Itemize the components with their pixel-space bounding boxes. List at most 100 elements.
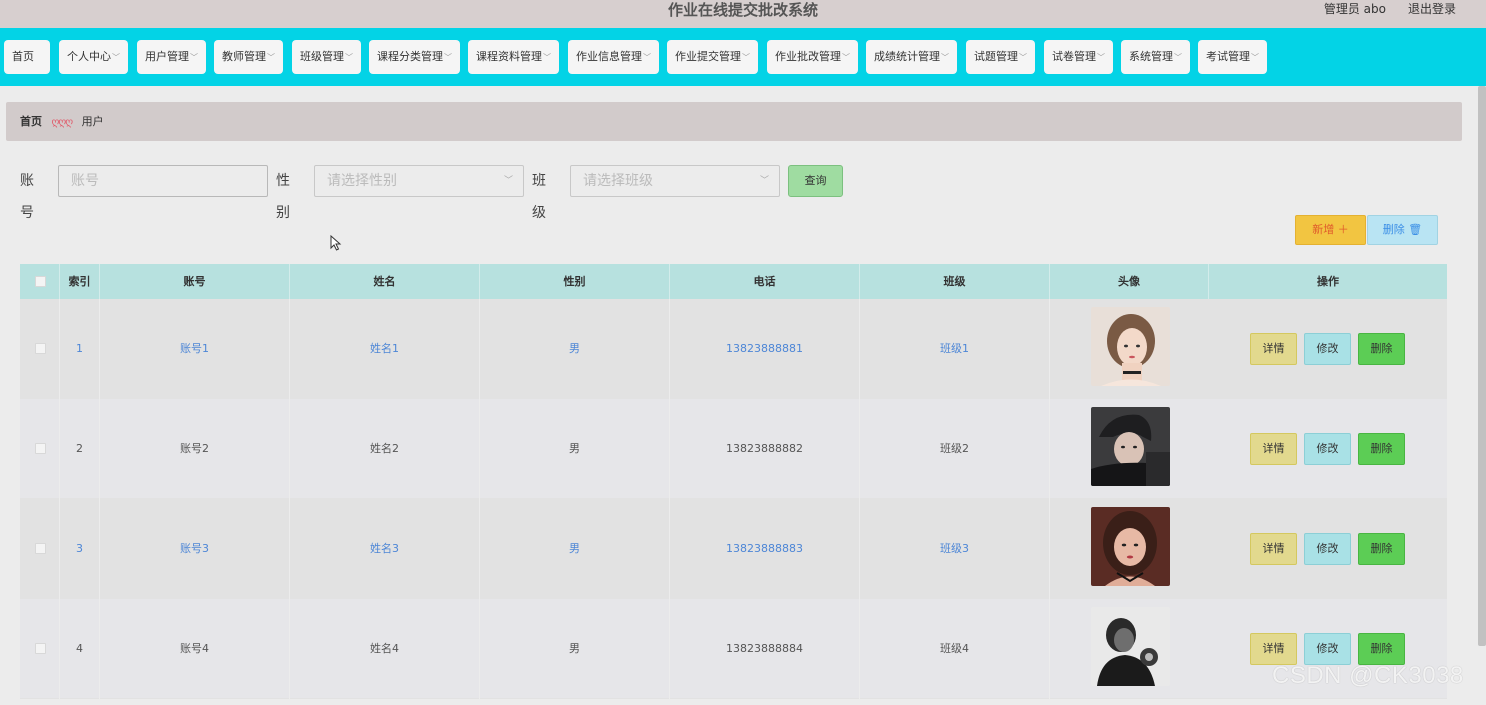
- table-row: 1 账号1 姓名1 男 13823888881 班级1 详情 修改 删除: [20, 299, 1447, 399]
- nav-item-label: 试题管理: [974, 50, 1018, 63]
- edit-button[interactable]: 修改: [1304, 633, 1351, 665]
- select-all-cell: [20, 264, 60, 299]
- chevron-down-icon: ﹀: [190, 53, 198, 62]
- chevron-down-icon: ﹀: [112, 53, 120, 62]
- cell-account[interactable]: 账号4: [100, 599, 290, 699]
- cell-name[interactable]: 姓名3: [290, 499, 480, 599]
- nav-item-label: 考试管理: [1206, 50, 1250, 63]
- cell-phone: 13823888881: [670, 299, 860, 399]
- edit-button[interactable]: 修改: [1304, 533, 1351, 565]
- column-header: 索引: [60, 264, 100, 299]
- class-select[interactable]: 请选择班级 ﹀: [570, 165, 780, 197]
- nav-item-course-materials[interactable]: 课程资料管理﹀: [468, 40, 559, 74]
- detail-button[interactable]: 详情: [1250, 633, 1297, 665]
- column-header: 姓名: [290, 264, 480, 299]
- cell-name[interactable]: 姓名2: [290, 399, 480, 499]
- delete-button[interactable]: 删除: [1358, 633, 1405, 665]
- chevron-down-icon: ﹀: [1174, 53, 1182, 62]
- nav-item-label: 首页: [12, 50, 34, 63]
- column-header: 电话: [670, 264, 860, 299]
- chevron-down-icon: ﹀: [1251, 53, 1259, 62]
- detail-button[interactable]: 详情: [1250, 333, 1297, 365]
- chevron-down-icon: ﹀: [759, 176, 769, 186]
- chevron-down-icon: ﹀: [941, 53, 949, 62]
- top-bar: 作业在线提交批改系统 管理员 abo 退出登录: [0, 0, 1486, 28]
- table-row: 2 账号2 姓名2 男 13823888882 班级2 详情 修改 删除: [20, 399, 1447, 499]
- nav-item-label: 用户管理: [145, 50, 189, 63]
- nav-item-system-management[interactable]: 系统管理﹀: [1121, 40, 1190, 74]
- cell-phone: 13823888883: [670, 499, 860, 599]
- nav-item-teacher-management[interactable]: 教师管理﹀: [214, 40, 283, 74]
- nav-item-question-management[interactable]: 试题管理﹀: [966, 40, 1035, 74]
- account-search-input[interactable]: 账号: [58, 165, 268, 197]
- nav-item-homework-info[interactable]: 作业信息管理﹀: [568, 40, 659, 74]
- avatar[interactable]: [1091, 407, 1170, 486]
- row-checkbox[interactable]: [35, 643, 46, 654]
- table-row: 4 账号4 姓名4 男 13823888884 班级4 详情 修改 删除: [20, 599, 1447, 699]
- cell-index: 1: [60, 299, 100, 399]
- chevron-down-icon: ﹀: [643, 53, 651, 62]
- nav-item-homework-grading[interactable]: 作业批改管理﹀: [767, 40, 858, 74]
- edit-button[interactable]: 修改: [1304, 433, 1351, 465]
- cell-class: 班级2: [860, 399, 1050, 499]
- chevron-down-icon: ﹀: [267, 53, 275, 62]
- cell-account[interactable]: 账号2: [100, 399, 290, 499]
- cell-name[interactable]: 姓名1: [290, 299, 480, 399]
- nav-item-paper-management[interactable]: 试卷管理﹀: [1044, 40, 1113, 74]
- row-checkbox[interactable]: [35, 343, 46, 354]
- cell-phone: 13823888882: [670, 399, 860, 499]
- cell-class: 班级3: [860, 499, 1050, 599]
- nav-item-user-management[interactable]: 用户管理﹀: [137, 40, 206, 74]
- nav-item-course-category[interactable]: 课程分类管理﹀: [369, 40, 460, 74]
- cell-gender: 男: [480, 299, 670, 399]
- delete-button[interactable]: 删除: [1358, 333, 1405, 365]
- delete-button[interactable]: 删除: [1358, 433, 1405, 465]
- app-title: 作业在线提交批改系统: [667, 1, 818, 19]
- edit-button[interactable]: 修改: [1304, 333, 1351, 365]
- nav-item-home[interactable]: 首页: [4, 40, 50, 74]
- batch-delete-button[interactable]: 删除 🗑: [1367, 215, 1438, 245]
- cell-index: 2: [60, 399, 100, 499]
- cell-gender: 男: [480, 599, 670, 699]
- detail-button[interactable]: 详情: [1250, 433, 1297, 465]
- row-checkbox[interactable]: [35, 443, 46, 454]
- nav-item-exam-management[interactable]: 考试管理﹀: [1198, 40, 1267, 74]
- query-button[interactable]: 查询: [788, 165, 843, 197]
- breadcrumb-home[interactable]: 首页: [20, 115, 42, 128]
- gender-select-placeholder: 请选择性别: [327, 173, 397, 189]
- nav-item-personal-center[interactable]: 个人中心﹀: [59, 40, 128, 74]
- breadcrumb-current: 用户: [81, 115, 104, 128]
- chevron-down-icon: ﹀: [543, 53, 551, 62]
- avatar[interactable]: [1091, 607, 1170, 686]
- nav-item-label: 作业提交管理: [675, 50, 741, 63]
- delete-button[interactable]: 删除: [1358, 533, 1405, 565]
- add-button[interactable]: 新增 ＋: [1295, 215, 1366, 245]
- gender-label: 性别: [276, 173, 290, 221]
- nav-item-label: 课程资料管理: [476, 50, 542, 63]
- row-checkbox[interactable]: [35, 543, 46, 554]
- row-select-cell: [20, 499, 60, 599]
- nav-item-label: 试卷管理: [1052, 50, 1096, 63]
- cell-class: 班级4: [860, 599, 1050, 699]
- chevron-down-icon: ﹀: [444, 53, 452, 62]
- watermark-text: CSDN @CK3038: [1272, 662, 1464, 689]
- logout-link[interactable]: 退出登录: [1408, 0, 1456, 18]
- nav-item-label: 班级管理: [300, 50, 344, 63]
- cell-name[interactable]: 姓名4: [290, 599, 480, 699]
- cell-account[interactable]: 账号1: [100, 299, 290, 399]
- detail-button[interactable]: 详情: [1250, 533, 1297, 565]
- nav-item-label: 教师管理: [222, 50, 266, 63]
- nav-item-label: 作业批改管理: [775, 50, 841, 63]
- select-all-checkbox[interactable]: [35, 276, 46, 287]
- gender-select[interactable]: 请选择性别 ﹀: [314, 165, 524, 197]
- page-scrollbar[interactable]: [1478, 86, 1486, 646]
- nav-item-class-management[interactable]: 班级管理﹀: [292, 40, 361, 74]
- nav-item-homework-submission[interactable]: 作业提交管理﹀: [667, 40, 758, 74]
- cell-account[interactable]: 账号3: [100, 499, 290, 599]
- row-select-cell: [20, 599, 60, 699]
- chevron-down-icon: ﹀: [503, 176, 513, 186]
- avatar[interactable]: [1091, 507, 1170, 586]
- column-header: 账号: [100, 264, 290, 299]
- nav-item-score-statistics[interactable]: 成绩统计管理﹀: [866, 40, 957, 74]
- avatar[interactable]: [1091, 307, 1170, 386]
